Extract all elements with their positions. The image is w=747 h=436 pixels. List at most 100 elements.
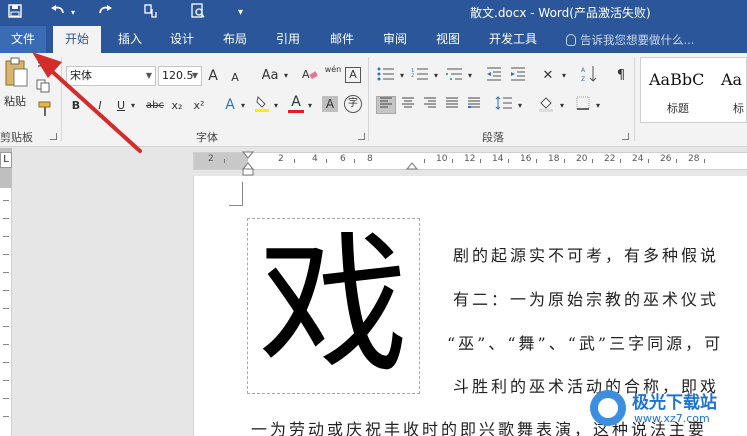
tab-review[interactable]: 审阅 — [373, 26, 417, 53]
show-formatting-icon[interactable]: ¶ — [614, 67, 628, 85]
hanging-indent-marker[interactable] — [244, 163, 254, 169]
vertical-ruler[interactable] — [0, 148, 12, 436]
paste-icon[interactable] — [2, 57, 30, 93]
font-size-select[interactable]: 120.5 ▼ — [158, 66, 202, 86]
group-divider — [61, 57, 62, 141]
horizontal-ruler[interactable]: 2 2 4 6 8 10 12 14 16 18 20 22 24 26 28 — [193, 152, 747, 170]
ruler-number: 16 — [520, 154, 532, 164]
chevron-down-icon[interactable]: ▾ — [466, 67, 474, 85]
first-line-indent-marker[interactable] — [244, 152, 254, 158]
align-center-button[interactable] — [398, 96, 418, 114]
text-effects-button[interactable]: A — [222, 96, 238, 114]
distributed-button[interactable] — [464, 96, 484, 114]
tab-view[interactable]: 视图 — [426, 26, 470, 53]
tab-developer[interactable]: 开发工具 — [480, 26, 546, 53]
tab-home[interactable]: 开始 — [53, 26, 101, 53]
undo-dropdown-icon[interactable]: ▾ — [71, 3, 75, 23]
font-name-select[interactable]: 宋体 ▼ — [66, 66, 156, 86]
enclose-characters-button[interactable]: 字 — [344, 95, 362, 113]
grow-font-button[interactable]: A — [206, 67, 220, 85]
font-name-value: 宋体 — [70, 69, 92, 82]
tab-mailings[interactable]: 邮件 — [320, 26, 364, 53]
right-indent-marker[interactable] — [408, 163, 418, 169]
tab-design[interactable]: 设计 — [160, 26, 204, 53]
chevron-down-icon[interactable]: ▾ — [432, 67, 440, 85]
multilevel-list-icon[interactable] — [444, 67, 464, 87]
cut-icon[interactable]: ✂ — [34, 57, 52, 75]
chevron-down-icon[interactable]: ▾ — [129, 97, 137, 115]
tab-references[interactable]: 引用 — [266, 26, 310, 53]
font-size-value: 120.5 — [162, 69, 194, 82]
tab-selector-button[interactable]: L — [0, 152, 12, 168]
save-icon[interactable] — [8, 3, 22, 23]
ribbon-tabs: 文件 开始 插入 设计 布局 引用 邮件 审阅 视图 开发工具 告诉我您想要做什… — [0, 26, 747, 53]
chevron-down-icon[interactable]: ▾ — [558, 97, 566, 115]
chevron-down-icon[interactable]: ▾ — [239, 97, 247, 115]
chevron-down-icon[interactable]: ▾ — [306, 97, 314, 115]
ruler-tick — [3, 326, 9, 327]
italic-button[interactable]: I — [93, 97, 107, 115]
align-left-button[interactable] — [376, 96, 396, 114]
chevron-down-icon[interactable]: ▾ — [516, 97, 524, 115]
clear-formatting-icon[interactable]: A — [301, 67, 319, 87]
borders-icon[interactable] — [574, 96, 592, 116]
paragraph-group-label: 段落 — [482, 131, 504, 144]
character-shading-button[interactable]: A — [322, 96, 338, 112]
print-preview-icon[interactable] — [190, 3, 206, 24]
chevron-down-icon[interactable]: ▾ — [398, 67, 406, 85]
shading-icon[interactable] — [536, 95, 556, 119]
chevron-down-icon[interactable]: ▾ — [594, 97, 602, 115]
customize-qat-icon[interactable]: ▾ — [238, 3, 243, 23]
style-preview-heading[interactable]: AaBbC — [649, 70, 704, 89]
tab-file[interactable]: 文件 — [0, 26, 46, 53]
paragraph-launcher-icon[interactable] — [622, 133, 629, 140]
sort-icon[interactable]: AZ — [580, 65, 598, 89]
tell-me-box[interactable]: 告诉我您想要做什么... — [566, 32, 694, 48]
shrink-font-button[interactable]: A — [229, 69, 241, 87]
bullets-icon[interactable] — [376, 67, 396, 87]
paste-button[interactable]: 粘贴 — [0, 93, 30, 111]
style-preview-heading-2[interactable]: Aa — [721, 70, 742, 89]
bold-button[interactable]: B — [69, 97, 83, 115]
increase-indent-icon[interactable] — [509, 67, 527, 87]
justify-button[interactable] — [442, 96, 462, 114]
undo-icon[interactable] — [50, 3, 66, 23]
ruler-tick — [704, 159, 705, 163]
superscript-button[interactable]: x² — [191, 97, 207, 115]
numbering-icon[interactable]: 12 — [410, 67, 430, 87]
redo-icon[interactable] — [97, 3, 113, 23]
tab-insert[interactable]: 插入 — [108, 26, 152, 53]
ruler-tick — [508, 159, 509, 163]
touch-mode-icon[interactable] — [143, 3, 159, 24]
format-painter-icon[interactable] — [36, 101, 54, 123]
align-right-button[interactable] — [420, 96, 440, 114]
ruler-tick — [294, 159, 295, 163]
clipboard-launcher-icon[interactable] — [50, 133, 57, 140]
ruler-number: 6 — [340, 154, 346, 164]
character-border-button[interactable]: A — [345, 67, 361, 83]
chevron-down-icon[interactable]: ▾ — [560, 67, 568, 85]
ruler-number: 4 — [312, 154, 318, 164]
ruler-tick — [3, 308, 9, 309]
chinese-layout-icon[interactable]: ✕ — [538, 67, 558, 85]
copy-icon[interactable] — [34, 79, 52, 99]
underline-button[interactable]: U — [114, 97, 128, 115]
line-spacing-icon[interactable] — [494, 96, 514, 116]
font-launcher-icon[interactable] — [358, 133, 365, 140]
highlight-color-icon[interactable] — [254, 95, 270, 113]
ruler-tick — [3, 344, 9, 345]
change-case-button[interactable]: Aa — [259, 67, 281, 85]
style-label-heading: 标题 — [667, 102, 689, 115]
decrease-indent-icon[interactable] — [485, 67, 503, 87]
tab-layout[interactable]: 布局 — [213, 26, 257, 53]
chevron-down-icon[interactable]: ▾ — [272, 97, 280, 115]
chevron-down-icon[interactable]: ▾ — [282, 67, 290, 85]
font-color-button[interactable]: A — [288, 93, 304, 111]
group-divider — [634, 57, 635, 141]
style-label-heading-2: 标 — [733, 102, 744, 115]
ruler-tick — [620, 159, 621, 163]
subscript-button[interactable]: x₂ — [169, 97, 185, 115]
phonetic-guide-button[interactable]: wén — [323, 65, 343, 75]
strikethrough-button[interactable]: abc — [145, 97, 165, 115]
drop-cap-frame[interactable]: 戏 — [247, 218, 420, 394]
